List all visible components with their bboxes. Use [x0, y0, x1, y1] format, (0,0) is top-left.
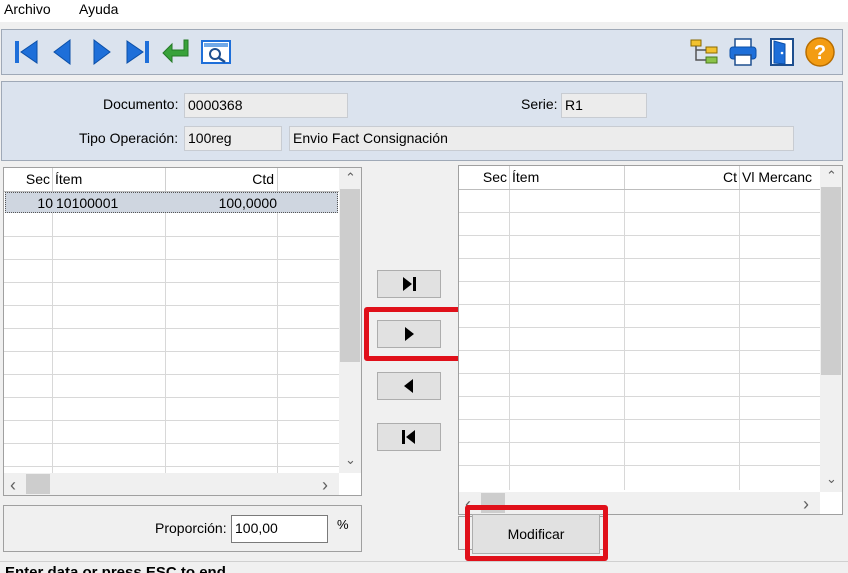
horizontal-scrollbar[interactable]: ‹ ›	[4, 473, 339, 495]
proportion-label: Proporción:	[155, 520, 227, 536]
proportion-panel: Proporción: 100,00 %	[3, 505, 362, 552]
scroll-right-icon[interactable]: ›	[803, 494, 809, 514]
tree-icon[interactable]	[688, 36, 720, 68]
move-all-right-icon	[403, 277, 416, 291]
scroll-down-icon[interactable]: ⌄	[826, 471, 837, 487]
tipo-operacion-label: Tipo Operación:	[79, 130, 179, 146]
print-icon[interactable]	[727, 36, 759, 68]
vertical-scrollbar[interactable]: ⌃ ⌄	[339, 168, 361, 473]
col-header-item[interactable]: Ítem	[510, 166, 625, 190]
col-header-ctd[interactable]: Ctd	[166, 168, 278, 192]
scroll-left-icon[interactable]: ‹	[10, 475, 16, 495]
scroll-thumb[interactable]	[821, 187, 841, 375]
menu-ayuda[interactable]: Ayuda	[79, 1, 118, 17]
move-all-right-button[interactable]	[377, 270, 441, 298]
help-glyph: ?	[814, 42, 826, 64]
last-record-icon[interactable]	[122, 36, 154, 68]
serie-label: Serie:	[521, 96, 558, 112]
row-sec: 10	[37, 195, 53, 211]
move-all-left-button[interactable]	[377, 423, 441, 451]
help-icon[interactable]: ?	[804, 36, 836, 68]
serie-field[interactable]: R1	[561, 93, 647, 118]
scroll-down-icon[interactable]: ⌄	[345, 452, 356, 468]
exit-door-icon[interactable]	[766, 36, 798, 68]
status-text: Enter data or press ESC to end	[5, 564, 226, 573]
move-all-left-icon	[402, 430, 415, 444]
proportion-input[interactable]: 100,00	[231, 515, 328, 543]
scroll-up-icon[interactable]: ⌃	[345, 170, 356, 186]
scroll-thumb-h[interactable]	[26, 474, 50, 494]
documento-label: Documento:	[103, 96, 179, 112]
source-items-grid[interactable]: Sec Ítem Ctd 10 10100001 100,0000 ⌃ ⌄ ‹ …	[3, 167, 362, 496]
col-header-sec[interactable]: Sec	[4, 168, 53, 192]
highlight-move-right	[364, 307, 463, 361]
preview-icon[interactable]	[200, 36, 232, 68]
toolbar: ?	[1, 29, 843, 75]
col-header-vl-mercanc[interactable]: Vl Mercanc	[740, 166, 820, 190]
col-header-ct[interactable]: Ct	[625, 166, 740, 190]
enter-icon[interactable]	[160, 36, 192, 68]
tipo-operacion-desc-field: Envio Fact Consignación	[289, 126, 794, 151]
previous-record-icon[interactable]	[46, 36, 78, 68]
document-header: Documento: 0000368 Serie: R1 Tipo Operac…	[1, 81, 843, 161]
move-left-button[interactable]	[377, 372, 441, 400]
move-left-icon	[404, 379, 413, 393]
highlight-modify	[465, 505, 608, 561]
status-bar: Enter data or press ESC to end	[0, 561, 848, 573]
col-header-item[interactable]: Ítem	[53, 168, 166, 192]
next-record-icon[interactable]	[86, 36, 118, 68]
first-record-icon[interactable]	[10, 36, 42, 68]
documento-field[interactable]: 0000368	[184, 93, 348, 118]
row-item: 10100001	[56, 195, 119, 211]
tipo-operacion-code-field[interactable]: 100reg	[184, 126, 282, 151]
scroll-right-icon[interactable]: ›	[322, 475, 328, 495]
col-header-sec[interactable]: Sec	[459, 166, 510, 190]
table-row[interactable]: 10 10100001 100,0000	[5, 192, 338, 213]
scroll-up-icon[interactable]: ⌃	[826, 168, 837, 184]
row-ctd: 100,0000	[218, 195, 277, 211]
scroll-thumb[interactable]	[340, 189, 360, 362]
percent-label: %	[337, 517, 349, 532]
vertical-scrollbar[interactable]: ⌃ ⌄	[820, 166, 842, 492]
menu-archivo[interactable]: Archivo	[4, 1, 51, 17]
target-items-grid[interactable]: Sec Ítem Ct Vl Mercanc ⌃ ⌄ ‹ ›	[458, 165, 843, 515]
menu-bar: Archivo Ayuda	[0, 0, 848, 22]
